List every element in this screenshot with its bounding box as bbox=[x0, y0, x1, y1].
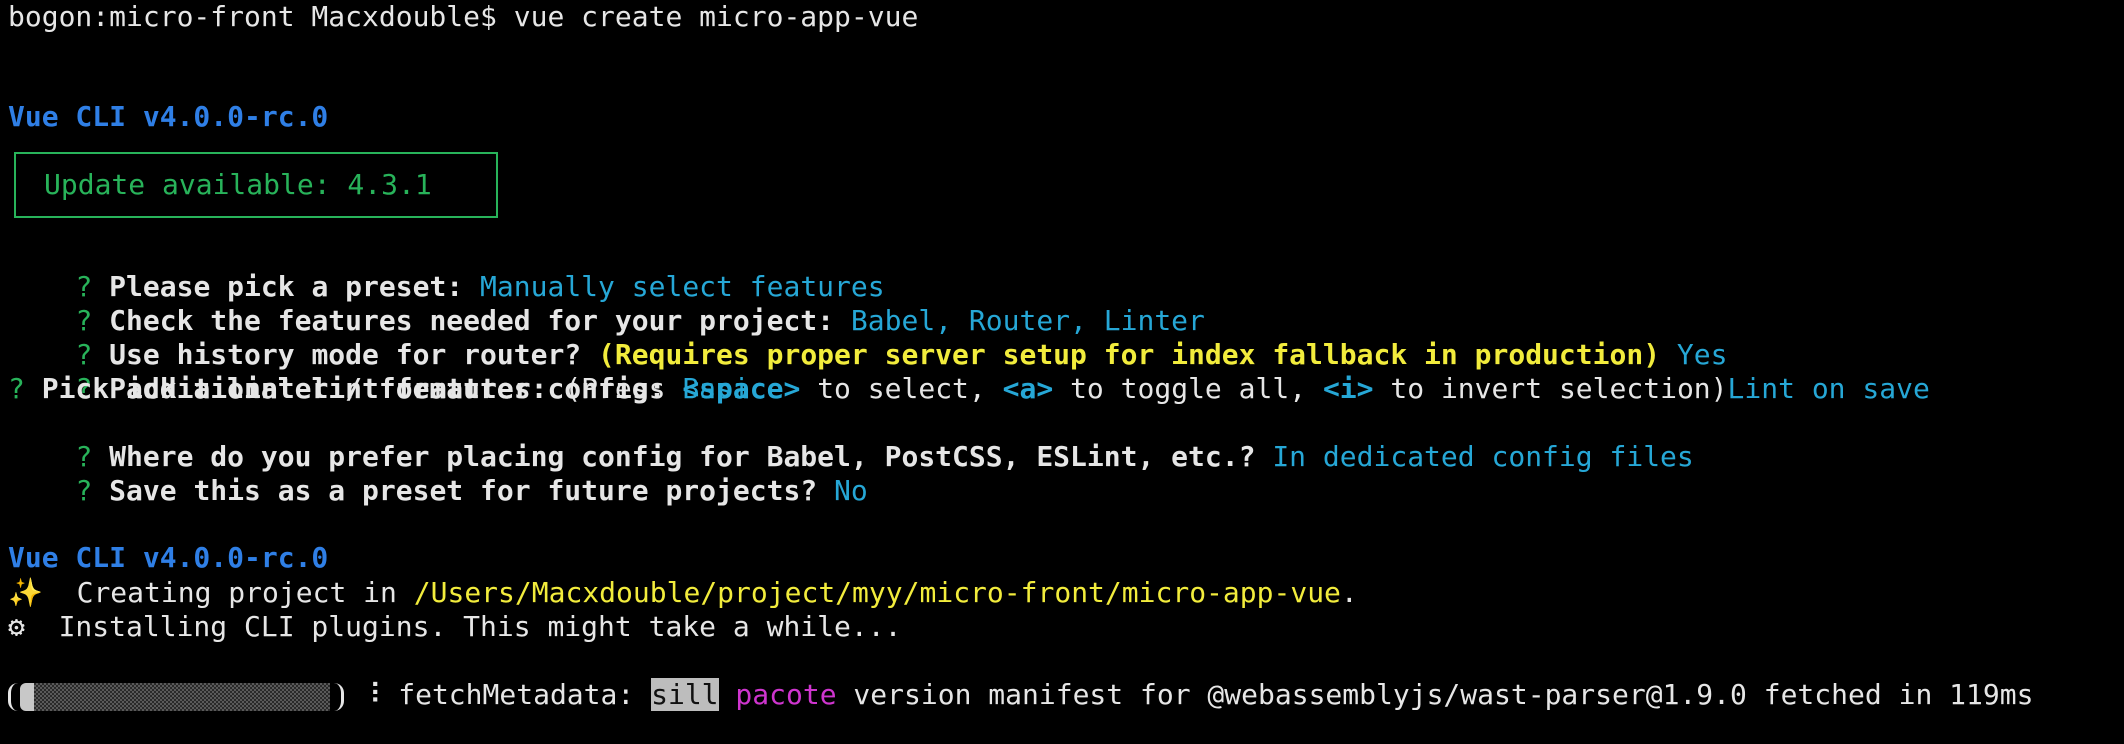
progress-bar bbox=[8, 679, 344, 713]
command-prompt-line: bogon:micro-front Macxdouble$ vue create… bbox=[8, 0, 919, 33]
answer-text: No bbox=[834, 474, 868, 507]
prompt-question-config-placement: ? Where do you prefer placing config for… bbox=[8, 406, 1693, 473]
hint-text: to toggle all, bbox=[1053, 372, 1323, 405]
terminal-window[interactable]: bogon:micro-front Macxdouble$ vue create… bbox=[0, 0, 2124, 744]
answer-text: Lint on save bbox=[1727, 372, 1930, 405]
log-source: pacote bbox=[735, 678, 837, 711]
prompt-question-lint-features: ? Pick additional lint features: (Press … bbox=[8, 372, 1930, 406]
installing-text: Installing CLI plugins. This might take … bbox=[24, 610, 902, 643]
hint-text: (Press bbox=[564, 372, 683, 405]
key-a: <a> bbox=[1002, 372, 1054, 405]
hint-text: to invert selection) bbox=[1373, 372, 1728, 405]
period: . bbox=[1340, 576, 1358, 609]
prompt-question-preset: ? Please pick a preset: Manually select … bbox=[8, 236, 884, 303]
log-level-badge: sill bbox=[651, 678, 719, 711]
progress-bar-fill bbox=[20, 683, 34, 711]
prompt-question-save-preset: ? Save this as a preset for future proje… bbox=[8, 440, 867, 507]
gear-icon: ⚙ bbox=[8, 610, 25, 643]
question-mark: ? bbox=[75, 474, 93, 507]
vue-cli-header-2: Vue CLI v4.0.0-rc.0 bbox=[8, 541, 329, 574]
question-text: Pick additional lint features: bbox=[41, 372, 548, 405]
update-notice-text: Update available: 4.3.1 bbox=[44, 168, 432, 201]
spinner-icon: ⠸ bbox=[344, 678, 399, 711]
question-mark: ? bbox=[8, 372, 25, 405]
project-path: /Users/Macxdouble/project/myy/micro-fron… bbox=[413, 576, 1341, 609]
question-text: Save this as a preset for future project… bbox=[109, 474, 818, 507]
vue-cli-header: Vue CLI v4.0.0-rc.0 bbox=[8, 100, 329, 133]
prompt-question-history-mode: ? Use history mode for router? (Requires… bbox=[8, 304, 1727, 371]
progress-line: ⠸ fetchMetadata: sill pacote version man… bbox=[8, 678, 2033, 712]
prompt-question-linter-config: ? Pick a linter / formatter config: Basi… bbox=[8, 338, 766, 405]
progress-message: version manifest for @webassemblyjs/wast… bbox=[836, 678, 2034, 711]
key-i: <i> bbox=[1322, 372, 1374, 405]
progress-task: fetchMetadata: bbox=[398, 678, 652, 711]
answer-text: Yes bbox=[1676, 338, 1728, 371]
progress-bar-end bbox=[330, 683, 344, 711]
installing-plugins-line: ⚙ Installing CLI plugins. This might tak… bbox=[8, 610, 901, 644]
answer-text: In dedicated config files bbox=[1272, 440, 1694, 473]
prompt-question-features: ? Check the features needed for your pro… bbox=[8, 270, 1204, 337]
creating-project-line: ✨ Creating project in /Users/Macxdouble/… bbox=[8, 576, 1358, 610]
hint-text: to select, bbox=[800, 372, 1003, 405]
key-space: <space> bbox=[682, 372, 801, 405]
creating-text: Creating project in bbox=[42, 576, 414, 609]
progress-bar-start bbox=[8, 683, 20, 711]
sparkles-icon: ✨ bbox=[8, 576, 43, 609]
progress-bar-track bbox=[34, 683, 330, 711]
